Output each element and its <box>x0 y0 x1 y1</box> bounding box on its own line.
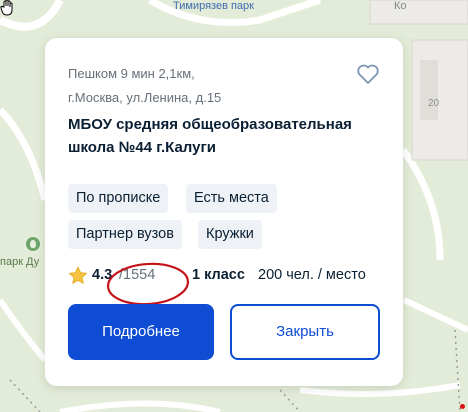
school-name-line-1: МБОУ средняя общеобразовательная <box>68 116 352 133</box>
school-name-line-2: школа №44 г.Калуги <box>68 139 216 156</box>
map-park-label: Тимирязев парк <box>173 0 254 12</box>
grade-label: 1 класс <box>192 267 245 283</box>
school-address: Пешком 9 мин 2,1км, г.Москва, ул.Ленина,… <box>68 62 328 110</box>
red-dot <box>460 404 465 409</box>
map-building-label: Ко <box>394 0 407 12</box>
school-name: МБОУ средняя общеобразовательная школа №… <box>68 113 368 159</box>
tag-university-partner: Партнер вузов <box>68 220 182 249</box>
hand-cursor-icon <box>0 0 13 16</box>
more-button[interactable]: Подробнее <box>68 304 214 360</box>
heart-icon[interactable] <box>356 63 380 85</box>
tag-clubs: Кружки <box>198 220 262 249</box>
close-button[interactable]: Закрыть <box>230 304 380 360</box>
tag-available: Есть места <box>186 184 277 213</box>
street-address: г.Москва, ул.Ленина, д.15 <box>68 90 222 105</box>
tag-registration: По прописке <box>68 184 169 213</box>
capacity-label: 200 чел. / место <box>258 267 366 283</box>
map-house-number: 20 <box>428 98 440 109</box>
park-pin-icon[interactable] <box>24 235 42 253</box>
annotation-circle <box>106 262 190 306</box>
school-card: Пешком 9 мин 2,1км, г.Москва, ул.Ленина,… <box>45 38 403 386</box>
map-park-label-2: парк Ду <box>0 256 40 268</box>
star-icon <box>69 266 87 284</box>
walk-distance: Пешком 9 мин 2,1км, <box>68 66 195 81</box>
